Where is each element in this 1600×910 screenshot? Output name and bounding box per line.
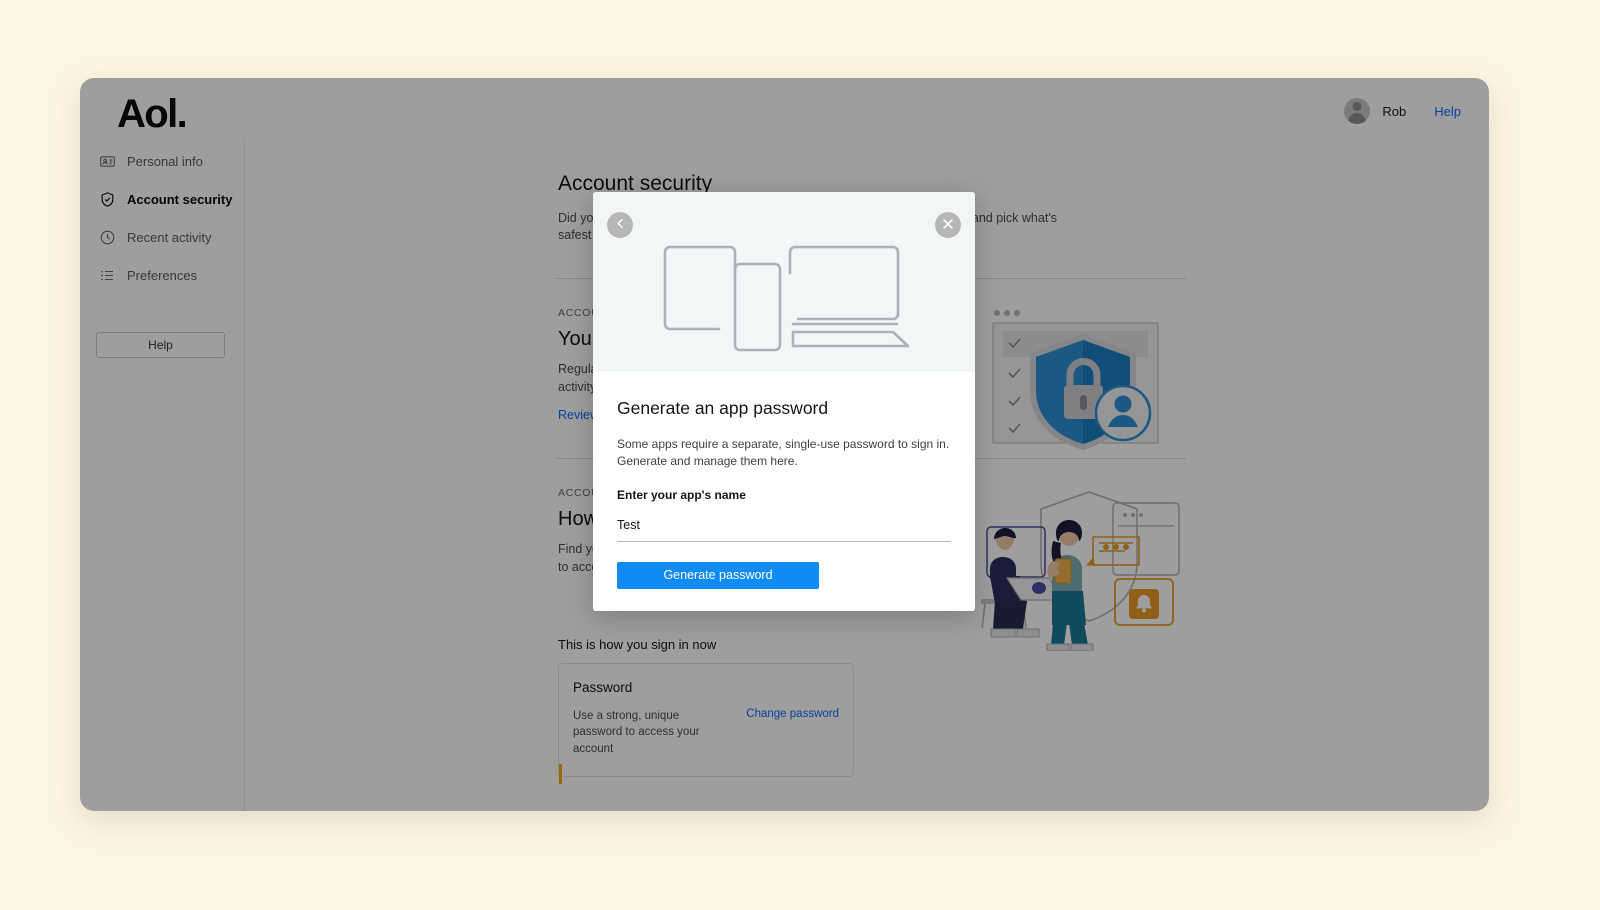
app-name-field-label: Enter your app's name xyxy=(617,487,746,502)
modal-title: Generate an app password xyxy=(617,398,829,418)
close-icon xyxy=(941,217,955,234)
modal-back-button[interactable] xyxy=(607,212,633,238)
modal-close-button[interactable] xyxy=(935,212,961,238)
generate-password-button[interactable]: Generate password xyxy=(617,561,819,589)
app-page: Aol. Rob Help Personal info Account secu… xyxy=(80,78,1489,811)
devices-illustration xyxy=(659,234,910,359)
modal-description: Some apps require a separate, single-use… xyxy=(617,437,950,469)
app-name-input[interactable] xyxy=(617,517,951,542)
chevron-left-icon xyxy=(614,217,627,233)
browser-window: Aol. Rob Help Personal info Account secu… xyxy=(80,78,1489,811)
modal-body: Generate an app password Some apps requi… xyxy=(593,372,975,589)
modal-hero xyxy=(593,192,975,372)
generate-app-password-modal: Generate an app password Some apps requi… xyxy=(593,192,975,611)
